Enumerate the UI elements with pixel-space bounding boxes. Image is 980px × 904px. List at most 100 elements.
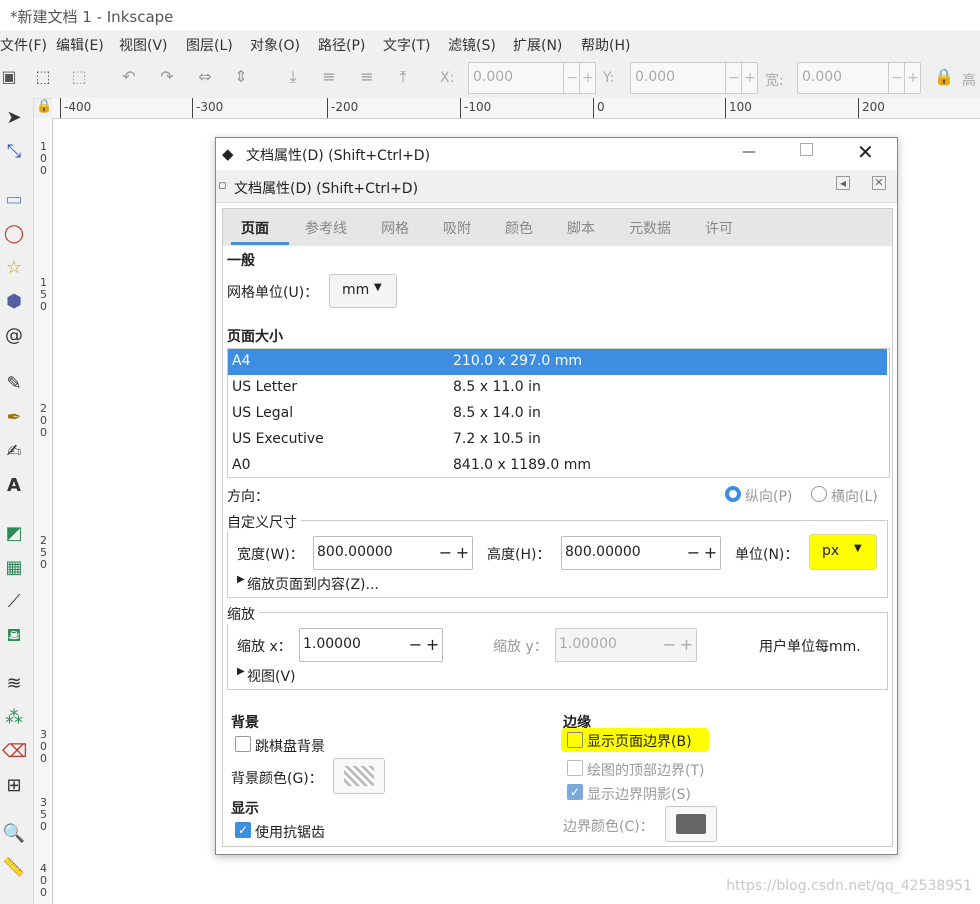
menu-view[interactable]: 视图(V): [119, 35, 168, 55]
scale-x-input[interactable]: 1.00000 − +: [299, 628, 443, 662]
viewbox-expander[interactable]: 视图(V): [247, 666, 296, 686]
measure-tool-icon[interactable]: 📏: [2, 856, 26, 880]
height-minus-button[interactable]: −: [686, 537, 701, 569]
menu-layer[interactable]: 图层(L): [186, 35, 233, 55]
spiral-tool-icon[interactable]: @: [2, 324, 26, 348]
maximize-icon[interactable]: [800, 143, 813, 156]
width-minus-button[interactable]: −: [438, 537, 453, 569]
list-item[interactable]: A4 210.0 x 297.0 mm: [228, 349, 887, 375]
menu-filters[interactable]: 滤镜(S): [448, 35, 496, 55]
page-unit-dropdown[interactable]: px ▼: [809, 534, 877, 570]
pen-tool-icon[interactable]: ✒: [2, 406, 26, 430]
show-border-checkbox[interactable]: [567, 732, 583, 748]
rotate-ccw-icon[interactable]: ↶: [120, 68, 138, 86]
height-input[interactable]: 800.00000 − +: [561, 536, 721, 570]
tab-scripting[interactable]: 脚本: [567, 218, 595, 238]
list-item[interactable]: US Legal 8.5 x 14.0 in: [228, 401, 887, 427]
raise-to-top-icon[interactable]: ⤒: [394, 68, 412, 86]
flip-horizontal-icon[interactable]: ⇔: [196, 68, 214, 86]
bg-color-button[interactable]: [333, 758, 385, 794]
menu-object[interactable]: 对象(O): [250, 35, 300, 55]
tab-guides[interactable]: 参考线: [305, 218, 347, 238]
border-shadow-checkbox[interactable]: ✓: [567, 784, 583, 800]
background-heading: 背景: [231, 715, 259, 731]
resize-to-content-expander[interactable]: 缩放页面到内容(Z)...: [247, 574, 379, 594]
pencil-tool-icon[interactable]: ✎: [2, 372, 26, 396]
select-all-icon[interactable]: ▣: [0, 68, 18, 86]
scale-x-minus-button[interactable]: −: [408, 629, 423, 661]
node-tool-icon[interactable]: ⤡: [2, 140, 26, 164]
menu-help[interactable]: 帮助(H): [581, 35, 630, 55]
w-minus-button[interactable]: −: [888, 63, 905, 93]
paint-bucket-tool-icon[interactable]: ⛾: [2, 624, 26, 648]
grid-unit-dropdown[interactable]: mm ▼: [329, 274, 397, 308]
border-color-button[interactable]: [665, 806, 717, 842]
mesh-tool-icon[interactable]: ▦: [2, 556, 26, 580]
menu-path[interactable]: 路径(P): [318, 35, 365, 55]
rotate-cw-icon[interactable]: ↷: [158, 68, 176, 86]
height-plus-button[interactable]: +: [703, 537, 718, 569]
dock-close-icon[interactable]: ✕: [872, 176, 886, 190]
width-plus-button[interactable]: +: [455, 537, 470, 569]
y-input[interactable]: 0.000 − +: [630, 62, 758, 94]
scale-y-minus-button[interactable]: −: [662, 629, 677, 661]
lock-icon[interactable]: 🔒: [934, 68, 954, 86]
star-tool-icon[interactable]: ☆: [2, 256, 26, 280]
tab-grids[interactable]: 网格: [381, 218, 409, 238]
connector-tool-icon[interactable]: ⊞: [2, 774, 26, 798]
close-icon[interactable]: ✕: [857, 140, 874, 164]
flip-vertical-icon[interactable]: ⇕: [232, 68, 250, 86]
eraser-tool-icon[interactable]: ⌫: [2, 740, 27, 764]
dock-arrow-icon[interactable]: ◂: [836, 176, 850, 190]
lower-to-bottom-icon[interactable]: ⤓: [284, 68, 302, 86]
list-item[interactable]: A0 841.0 x 1189.0 mm: [228, 453, 887, 475]
w-input[interactable]: 0.000 − +: [797, 62, 921, 94]
border-on-top-checkbox[interactable]: [567, 760, 583, 776]
selector-tool-icon[interactable]: ➤: [2, 106, 26, 130]
calligraphy-tool-icon[interactable]: ✍: [2, 440, 26, 464]
expander-arrow-icon[interactable]: ▶: [237, 666, 245, 677]
menu-extensions[interactable]: 扩展(N): [513, 35, 562, 55]
scale-y-plus-button[interactable]: +: [679, 629, 694, 661]
menu-file[interactable]: 文件(F): [0, 35, 47, 55]
x-minus-button[interactable]: −: [563, 63, 580, 93]
dropper-tool-icon[interactable]: ⟋: [2, 590, 26, 614]
3d-box-tool-icon[interactable]: ⬢: [2, 290, 26, 314]
text-tool-icon[interactable]: A: [2, 474, 26, 498]
landscape-radio[interactable]: [811, 486, 827, 502]
ellipse-tool-icon[interactable]: ◯: [2, 222, 26, 246]
ruler-lock-icon[interactable]: 🔒: [36, 99, 52, 114]
rectangle-tool-icon[interactable]: ▭: [2, 188, 26, 212]
tab-metadata[interactable]: 元数据: [629, 218, 671, 238]
spray-tool-icon[interactable]: ⁂: [2, 706, 26, 730]
select-in-all-layers-icon[interactable]: ⬚: [34, 68, 52, 86]
lower-icon[interactable]: ≡: [320, 68, 338, 86]
expander-arrow-icon[interactable]: ▶: [237, 574, 245, 585]
minimize-icon[interactable]: —: [742, 144, 756, 160]
gradient-tool-icon[interactable]: ◩: [2, 522, 26, 546]
deselect-icon[interactable]: ⬚: [70, 68, 88, 86]
chevron-down-icon: ▼: [374, 282, 382, 293]
y-minus-button[interactable]: −: [725, 63, 742, 93]
x-input[interactable]: 0.000 − +: [468, 62, 596, 94]
list-item[interactable]: US Letter 8.5 x 11.0 in: [228, 375, 887, 401]
tweak-tool-icon[interactable]: ≋: [2, 672, 26, 696]
tab-snap[interactable]: 吸附: [443, 218, 471, 238]
tab-color[interactable]: 颜色: [505, 218, 533, 238]
antialias-checkbox[interactable]: ✓: [235, 822, 251, 838]
raise-icon[interactable]: ≡: [358, 68, 376, 86]
zoom-tool-icon[interactable]: 🔍: [2, 822, 26, 846]
scale-x-plus-button[interactable]: +: [425, 629, 440, 661]
portrait-radio[interactable]: [725, 486, 741, 502]
width-input[interactable]: 800.00000 − +: [313, 536, 473, 570]
scale-y-input[interactable]: 1.00000 − +: [555, 628, 697, 662]
checkerboard-checkbox[interactable]: [235, 736, 251, 752]
menu-edit[interactable]: 编辑(E): [56, 35, 104, 55]
list-item[interactable]: US Executive 7.2 x 10.5 in: [228, 427, 887, 453]
x-plus-button[interactable]: +: [579, 63, 596, 93]
menu-text[interactable]: 文字(T): [383, 35, 430, 55]
tab-license[interactable]: 许可: [705, 218, 733, 238]
tab-page[interactable]: 页面: [241, 218, 269, 238]
y-plus-button[interactable]: +: [741, 63, 758, 93]
w-plus-button[interactable]: +: [904, 63, 921, 93]
